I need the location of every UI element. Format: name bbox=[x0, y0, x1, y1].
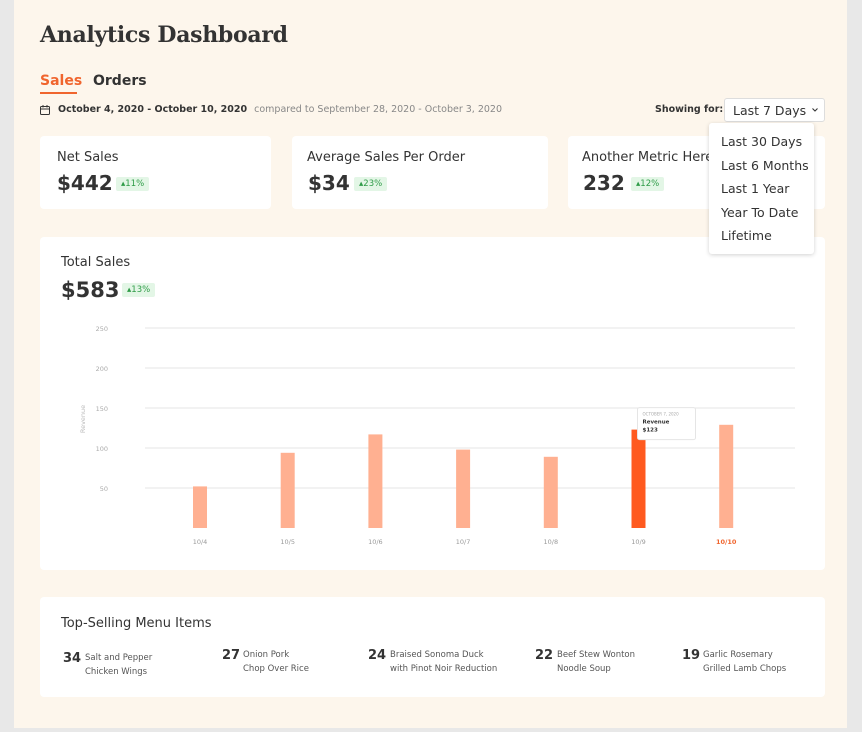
period-dropdown-menu: Last 30 Days Last 6 Months Last 1 Year Y… bbox=[709, 123, 814, 254]
bar bbox=[193, 486, 207, 528]
item-count: 27 bbox=[222, 648, 241, 663]
metric-value: $34 bbox=[308, 171, 350, 195]
bar bbox=[719, 424, 734, 528]
item-name-line: Chop Over Rice bbox=[243, 664, 309, 674]
item-name-line: Braised Sonoma Duck bbox=[390, 650, 484, 660]
item-name-line: Garlic Rosemary bbox=[703, 650, 773, 660]
date-range-compare: compared to September 28, 2020 - October… bbox=[254, 104, 503, 115]
change-value: 12% bbox=[640, 179, 660, 189]
item-name-line: Onion Pork bbox=[243, 650, 290, 660]
revenue-bar-chart: 50 100 150 200 250 Revenue 10/4 10/5 10/6 10/7 10/… bbox=[79, 325, 795, 546]
item-name: Braised Sonoma Duck with Pinot Noir Reduc… bbox=[390, 648, 520, 676]
bar bbox=[456, 449, 471, 528]
metric-label: Another Metric Here bbox=[582, 150, 714, 165]
total-sales-card: Total Sales $583 ▴13% 50 100 150 200 250 Reve… bbox=[40, 237, 825, 570]
item-name-line: Noodle Soup bbox=[557, 664, 611, 674]
item-name-line: Beef Stew Wonton bbox=[557, 650, 636, 660]
period-option-lifetime[interactable]: Lifetime bbox=[721, 228, 772, 243]
tab-sales[interactable]: Sales bbox=[40, 73, 82, 89]
metric-card-net-sales: Net Sales $442 ▴11% bbox=[40, 136, 271, 209]
top-selling-title: Top-Selling Menu Items bbox=[61, 616, 212, 631]
change-value: 23% bbox=[363, 179, 383, 189]
period-select[interactable]: Last 7 Days bbox=[724, 98, 825, 122]
chevron-down-icon bbox=[812, 108, 819, 112]
item-count: 24 bbox=[368, 648, 387, 663]
item-name-line: Chicken Wings bbox=[85, 667, 148, 677]
item-name-line: with Pinot Noir Reduction bbox=[390, 664, 498, 674]
tooltip-value: $123 bbox=[643, 428, 658, 434]
bar bbox=[280, 452, 295, 528]
x-tick-label: 10/9 bbox=[631, 538, 646, 546]
x-tick-label: 10/10 bbox=[716, 538, 737, 546]
page-title: Analytics Dashboard bbox=[40, 22, 288, 48]
y-tick-label: 100 bbox=[96, 445, 108, 453]
change-badge: ▴23% bbox=[354, 177, 388, 191]
item-count: 34 bbox=[63, 651, 82, 666]
tab-orders[interactable]: Orders bbox=[93, 73, 147, 89]
y-tick-label: 50 bbox=[100, 485, 108, 493]
x-tick-label: 10/5 bbox=[280, 538, 295, 546]
top-selling-card: Top-Selling Menu Items 34 Salt and Peppe… bbox=[40, 597, 825, 697]
x-tick-label: 10/8 bbox=[543, 538, 558, 546]
change-badge: ▴12% bbox=[631, 177, 665, 191]
period-option-last-6-months[interactable]: Last 6 Months bbox=[721, 158, 809, 173]
showing-for-label: Showing for: bbox=[655, 104, 724, 115]
item-name: Salt and Pepper Chicken Wings bbox=[85, 651, 205, 679]
dashboard-frame: Analytics Dashboard Sales Orders October… bbox=[14, 0, 847, 728]
period-select-value: Last 7 Days bbox=[733, 102, 807, 118]
date-range: October 4, 2020 - October 10, 2020 compa… bbox=[40, 104, 502, 115]
item-name-line: Salt and Pepper bbox=[85, 653, 153, 663]
item-name-line: Grilled Lamb Chops bbox=[703, 664, 787, 674]
metric-value: $442 bbox=[57, 171, 113, 195]
tooltip-date: OCTOBER 7, 2020 bbox=[643, 412, 680, 417]
bar bbox=[631, 429, 646, 528]
bar bbox=[368, 434, 383, 528]
metric-label: Net Sales bbox=[57, 150, 119, 165]
item-name: Garlic Rosemary Grilled Lamb Chops bbox=[703, 648, 823, 676]
change-value: 11% bbox=[125, 179, 145, 189]
tab-active-indicator bbox=[40, 92, 77, 94]
bar bbox=[543, 456, 558, 528]
metric-value: 232 bbox=[583, 171, 625, 195]
y-tick-label: 150 bbox=[96, 405, 108, 413]
x-tick-label: 10/7 bbox=[456, 538, 471, 546]
metric-card-avg-sales: Average Sales Per Order $34 ▴23% bbox=[292, 136, 548, 209]
item-count: 22 bbox=[535, 648, 554, 663]
period-option-last-30-days[interactable]: Last 30 Days bbox=[721, 134, 802, 149]
calendar-icon bbox=[40, 104, 50, 115]
tooltip-label: Revenue bbox=[643, 420, 670, 426]
item-name: Onion Pork Chop Over Rice bbox=[243, 648, 363, 676]
x-tick-label: 10/4 bbox=[193, 538, 208, 546]
period-option-year-to-date[interactable]: Year To Date bbox=[721, 205, 798, 220]
change-badge: ▴11% bbox=[116, 177, 150, 191]
item-name: Beef Stew Wonton Noodle Soup bbox=[557, 648, 677, 676]
item-count: 19 bbox=[682, 648, 701, 663]
y-tick-label: 200 bbox=[96, 365, 108, 373]
y-axis-label: Revenue bbox=[79, 405, 87, 433]
date-range-current: October 4, 2020 - October 10, 2020 bbox=[58, 104, 248, 115]
metric-label: Average Sales Per Order bbox=[307, 150, 466, 165]
period-option-last-1-year[interactable]: Last 1 Year bbox=[721, 181, 789, 196]
y-tick-label: 250 bbox=[96, 325, 108, 333]
x-tick-label: 10/6 bbox=[368, 538, 383, 546]
